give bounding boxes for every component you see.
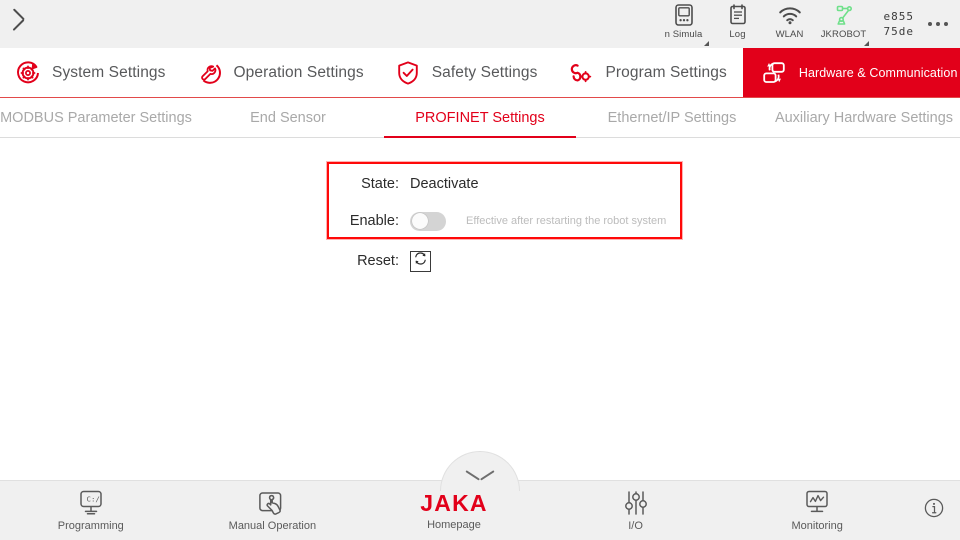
state-value: Deactivate [410, 176, 479, 192]
refresh-sync-icon [413, 251, 428, 271]
device-id-line1: e855 [883, 10, 914, 23]
nav-tab-label: Operation Settings [233, 63, 364, 81]
status-item-label: WLAN [775, 29, 804, 40]
status-item-robot[interactable]: JKROBOT [816, 0, 872, 48]
kebab-menu-icon[interactable] [916, 0, 960, 48]
sub-tab-end-sensor[interactable]: End Sensor [192, 98, 384, 137]
nav-tab-hardware-communication[interactable]: Hardware & Communication [742, 48, 960, 97]
status-item-label: Log [729, 29, 746, 40]
log-document-icon [727, 3, 749, 27]
status-item-label: JKROBOT [820, 29, 867, 40]
device-id: e855 75de [876, 0, 917, 48]
sub-tab-ethernet-ip-settings[interactable]: Ethernet/IP Settings [576, 98, 768, 137]
shield-check-icon [394, 59, 422, 87]
info-circle-icon [923, 497, 945, 524]
status-item-log[interactable]: Log [712, 0, 764, 48]
jaka-logo: JAKA [420, 489, 488, 516]
bottom-item-monitoring[interactable]: Monitoring [726, 481, 908, 540]
nav-tab-label: System Settings [52, 63, 166, 81]
nav-tab-safety-settings[interactable]: Safety Settings [380, 48, 554, 97]
status-bar: n Simula Log WLAN JKROBOT e855 75de [0, 0, 960, 48]
bottom-item-label: Programming [57, 520, 124, 532]
reset-button[interactable] [410, 250, 431, 272]
kebab-dot [944, 22, 948, 26]
status-item-simulation[interactable]: n Simula [656, 0, 712, 48]
gear-refresh-icon [14, 59, 42, 87]
sub-tab-label: PROFINET Settings [415, 109, 545, 126]
enable-row: Enable: Effective after restarting the r… [330, 204, 680, 238]
bottom-item-manual-operation[interactable]: Manual Operation [182, 481, 364, 540]
back-button[interactable] [0, 0, 60, 48]
profinet-settings-panel: State: Deactivate Enable: Effective afte… [0, 139, 960, 480]
nav-tab-label: Hardware & Communication [798, 65, 958, 80]
svg-text:C:/: C:/ [86, 494, 99, 503]
device-id-line2: 75de [883, 25, 914, 38]
wrench-circle-icon [196, 59, 224, 87]
state-label: State: [361, 176, 399, 192]
toggle-knob [411, 213, 428, 229]
sub-tab-modbus-parameter-settings[interactable]: MODBUS Parameter Settings [0, 98, 192, 137]
reset-row: Reset: [330, 244, 680, 278]
enable-toggle[interactable] [410, 211, 446, 231]
enable-hint: Effective after restarting the robot sys… [466, 215, 667, 227]
corner-marker-icon [863, 41, 869, 46]
status-item-label: n Simula [664, 29, 703, 40]
status-item-wlan[interactable]: WLAN [764, 0, 816, 48]
status-icon-group: n Simula Log WLAN JKROBOT [656, 0, 876, 48]
nav-tab-system-settings[interactable]: System Settings [0, 48, 182, 97]
sub-tab-label: MODBUS Parameter Settings [0, 109, 192, 126]
monitor-code-icon: C:/ [75, 489, 107, 517]
bottom-item-io[interactable]: I/O [545, 481, 727, 540]
chevron-left-icon [23, 12, 38, 36]
monitor-chart-icon [801, 489, 833, 517]
robot-arm-icon [832, 3, 856, 27]
program-node-icon [567, 59, 595, 87]
sub-tab-label: End Sensor [250, 109, 326, 126]
nav-tab-operation-settings[interactable]: Operation Settings [182, 48, 380, 97]
sub-tab-auxiliary-hardware-settings[interactable]: Auxiliary Hardware Settings [768, 98, 960, 137]
sub-tab-label: Auxiliary Hardware Settings [774, 109, 954, 126]
wifi-icon [777, 3, 803, 27]
sub-navigation: MODBUS Parameter Settings End Sensor PRO… [0, 98, 960, 138]
bottom-item-label: Manual Operation [228, 520, 317, 532]
bottom-item-programming[interactable]: C:/ Programming [0, 481, 182, 540]
hand-touch-icon [257, 489, 287, 517]
nav-tab-program-settings[interactable]: Program Settings [553, 48, 742, 97]
simulation-monitor-icon [673, 3, 695, 27]
info-button[interactable] [908, 481, 960, 540]
main-navigation: System Settings Operation Settings Safet… [0, 48, 960, 98]
corner-marker-icon [703, 41, 709, 46]
sub-tab-label: Ethernet/IP Settings [607, 109, 737, 126]
hardware-blocks-icon [759, 59, 789, 87]
bottom-item-label: Monitoring [791, 520, 843, 532]
state-row: State: Deactivate [330, 167, 680, 201]
chevron-down-icon [467, 468, 493, 480]
reset-label: Reset: [357, 253, 399, 269]
bottom-item-label: I/O [628, 520, 643, 532]
kebab-dot [936, 22, 940, 26]
sub-tab-profinet-settings[interactable]: PROFINET Settings [384, 98, 576, 138]
nav-tab-label: Safety Settings [431, 63, 538, 81]
sliders-icon [621, 489, 651, 517]
bottom-item-label: Homepage [427, 518, 481, 531]
enable-label: Enable: [349, 213, 399, 229]
application-window: n Simula Log WLAN JKROBOT e855 75de Syst… [0, 0, 960, 540]
kebab-dot [928, 22, 932, 26]
nav-tab-label: Program Settings [605, 63, 727, 81]
